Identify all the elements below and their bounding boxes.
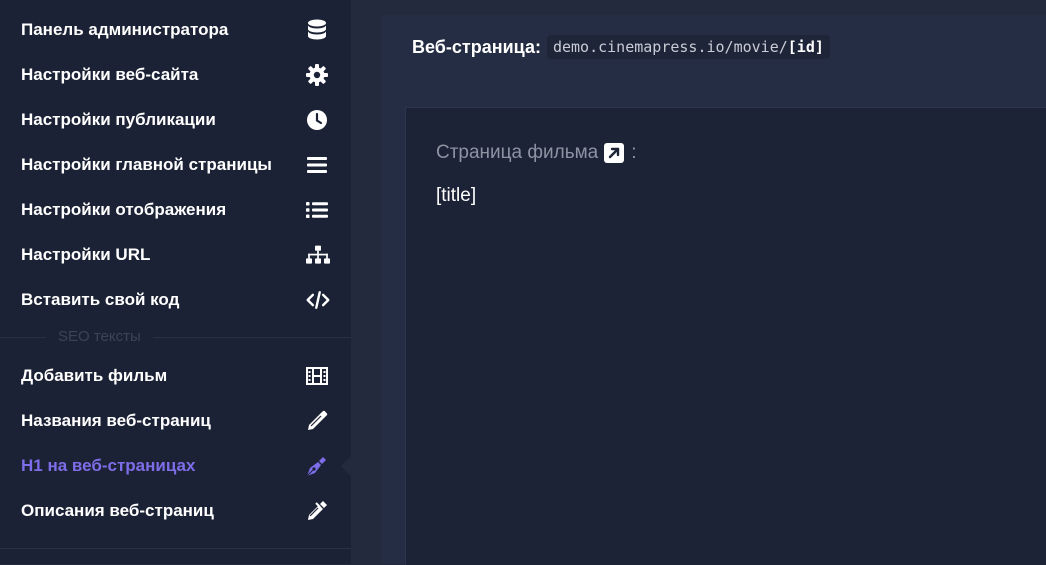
sidebar-item-label: Добавить фильм: [21, 366, 168, 385]
settings-card: Веб-страница: demo.cinemapress.io/movie/…: [381, 15, 1046, 565]
marker-icon: [305, 499, 329, 523]
section-title-seo: SEO тексты: [46, 328, 153, 346]
field-label: Страница фильма :: [436, 142, 637, 164]
sidebar-item-label: Названия веб-страниц: [21, 411, 211, 430]
sidebar-item-label: Настройки отображения: [21, 200, 227, 219]
sidebar-item-label: Настройки веб-сайта: [21, 65, 199, 84]
sidebar-item-h1-pages[interactable]: H1 на веб-страницах: [0, 443, 351, 488]
title-field-value[interactable]: [title]: [436, 185, 476, 207]
url-prefix: demo.cinemapress.io/movie/: [552, 38, 788, 56]
sidebar-item-label: H1 на веб-страницах: [21, 456, 196, 475]
sidebar-item-homepage-settings[interactable]: Настройки главной страницы: [0, 142, 351, 187]
external-link-icon[interactable]: [604, 143, 625, 163]
sidebar-item-insert-code[interactable]: Вставить свой код: [0, 277, 351, 322]
card-header: Веб-страница: demo.cinemapress.io/movie/…: [381, 15, 1046, 79]
film-icon: [305, 364, 329, 388]
active-indicator: [341, 456, 351, 476]
gear-icon: [305, 63, 329, 87]
sidebar-item-page-titles[interactable]: Названия веб-страниц: [0, 398, 351, 443]
sidebar-item-label: Панель администратора: [21, 20, 229, 39]
url-pattern: demo.cinemapress.io/movie/[id]: [546, 35, 830, 59]
list-icon: [305, 198, 329, 222]
sitemap-icon: [306, 243, 330, 267]
sidebar-item-url-settings[interactable]: Настройки URL: [0, 232, 351, 277]
sidebar-item-display-settings[interactable]: Настройки отображения: [0, 187, 351, 232]
sidebar: Панель администратора Настройки веб-сайт…: [0, 0, 351, 564]
sidebar-item-publication-settings[interactable]: Настройки публикации: [0, 97, 351, 142]
database-icon: [305, 18, 329, 42]
main-content: Веб-страница: demo.cinemapress.io/movie/…: [351, 0, 1046, 565]
bars-icon: [305, 153, 329, 177]
sidebar-item-website-settings[interactable]: Настройки веб-сайта: [0, 52, 351, 97]
pencil-icon: [305, 409, 329, 433]
url-param: [id]: [787, 38, 824, 56]
sidebar-item-page-descriptions[interactable]: Описания веб-страниц: [0, 488, 351, 533]
sidebar-item-add-movie[interactable]: Добавить фильм: [0, 353, 351, 398]
pen-nib-icon: [305, 454, 329, 478]
field-label-colon: :: [631, 142, 637, 163]
sidebar-item-label: Настройки URL: [21, 245, 151, 264]
sidebar-item-label: Вставить свой код: [21, 290, 180, 309]
code-icon: [306, 288, 330, 312]
field-label-text: Страница фильма: [436, 142, 599, 163]
field-panel: Страница фильма : [title]: [405, 107, 1046, 565]
sidebar-item-label: Описания веб-страниц: [21, 501, 214, 520]
bottom-divider: [0, 548, 351, 549]
clock-icon: [305, 108, 329, 132]
sidebar-item-label: Настройки главной страницы: [21, 155, 272, 174]
sidebar-item-admin-panel[interactable]: Панель администратора: [0, 7, 351, 52]
sidebar-item-label: Настройки публикации: [21, 110, 216, 129]
header-label: Веб-страница:: [412, 36, 541, 57]
